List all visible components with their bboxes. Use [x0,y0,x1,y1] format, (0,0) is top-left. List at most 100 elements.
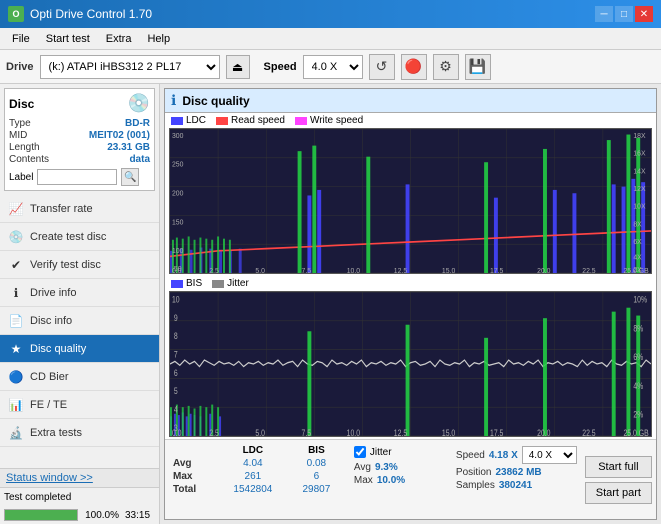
svg-text:16X: 16X [633,148,645,158]
svg-text:17.5: 17.5 [490,266,503,273]
cd-bier-icon: 🔵 [8,369,24,385]
start-full-button[interactable]: Start full [585,456,652,478]
svg-text:2.5: 2.5 [209,428,219,436]
drive-select[interactable]: (k:) ATAPI iHBS312 2 PL17 [40,55,220,79]
sidebar-item-cd-bier[interactable]: 🔵 CD Bier [0,363,159,391]
app-icon: O [8,6,24,22]
title-bar: O Opti Drive Control 1.70 ─ □ ✕ [0,0,661,28]
svg-text:10.0: 10.0 [347,428,361,436]
close-button[interactable]: ✕ [635,6,653,22]
ldc-legend-color [171,117,183,125]
menu-file[interactable]: File [4,31,38,47]
svg-text:100: 100 [172,246,183,256]
menu-start-test[interactable]: Start test [38,31,98,47]
sidebar-item-verify-test-disc[interactable]: ✔ Verify test disc [0,251,159,279]
write-speed-legend-label: Write speed [310,115,363,126]
refresh-button[interactable]: ↺ [369,54,395,80]
status-window-button[interactable]: Status window >> [6,472,93,484]
sidebar-item-label-disc-quality: Disc quality [30,343,86,355]
disc-icon: 💿 [128,93,150,114]
stats-row: LDC BIS Avg 4.04 0.08 Max [165,439,656,519]
disc-quality-header: ℹ Disc quality [165,89,656,113]
speed-label: Speed [264,61,297,73]
svg-text:5: 5 [174,386,178,396]
svg-text:10: 10 [172,295,180,305]
menu-extra[interactable]: Extra [98,31,140,47]
sidebar-item-create-test-disc[interactable]: 💿 Create test disc [0,223,159,251]
disc-label-input[interactable] [37,169,117,185]
svg-text:8: 8 [174,331,178,341]
svg-text:12.5: 12.5 [394,428,408,436]
disc-contents-value: data [129,154,150,165]
svg-text:10X: 10X [633,201,645,211]
sidebar-item-transfer-rate[interactable]: 📈 Transfer rate [0,195,159,223]
settings-button[interactable]: ⚙ [433,54,459,80]
svg-text:7: 7 [174,350,178,360]
stats-table: LDC BIS Avg 4.04 0.08 Max [169,444,344,515]
eject-button[interactable]: ⏏ [226,55,250,79]
sidebar-item-disc-quality[interactable]: ★ Disc quality [0,335,159,363]
sidebar-item-extra-tests[interactable]: 🔬 Extra tests [0,419,159,447]
position-value: 23862 MB [495,467,541,478]
speed-select[interactable]: 4.0 X [303,55,363,79]
main-area: Disc 💿 Type BD-R MID MEIT02 (001) Length… [0,84,661,524]
sidebar: Disc 💿 Type BD-R MID MEIT02 (001) Length… [0,84,160,524]
svg-text:4%: 4% [633,381,643,391]
disc-type-label: Type [9,118,31,129]
disc-contents-label: Contents [9,154,49,165]
samples-label: Samples [456,480,495,491]
svg-text:4: 4 [174,405,178,415]
speed-select-stats[interactable]: 4.0 X [522,446,577,464]
time-text: 33:15 [125,510,155,521]
top-chart-legend: LDC Read speed Write speed [165,113,656,128]
svg-text:4X: 4X [633,252,642,262]
speed-label: Speed [456,450,485,461]
content-area: ℹ Disc quality LDC Read speed Write spee… [160,84,661,524]
sidebar-item-label-verify-test-disc: Verify test disc [30,259,101,271]
svg-text:2.5: 2.5 [209,266,219,273]
start-part-button[interactable]: Start part [585,482,652,504]
svg-text:22.5: 22.5 [582,428,596,436]
svg-text:5.0: 5.0 [255,428,265,436]
ldc-legend-label: LDC [186,115,206,126]
bottom-chart-svg: 10 9 8 7 6 5 4 3 10% 8% 6% 4% 2% 0.0 [170,292,651,436]
toolbar: Drive (k:) ATAPI iHBS312 2 PL17 ⏏ Speed … [0,50,661,84]
disc-quality-header-icon: ℹ [171,92,176,109]
sidebar-item-label-disc-info: Disc info [30,315,72,327]
sidebar-item-label-extra-tests: Extra tests [30,427,82,439]
svg-text:150: 150 [172,217,183,227]
sidebar-item-label-cd-bier: CD Bier [30,371,69,383]
jitter-checkbox[interactable] [354,446,366,458]
svg-text:20.0: 20.0 [537,266,550,273]
disc-length-label: Length [9,142,40,153]
col-bis: BIS [289,444,344,457]
disc-mid-label: MID [9,130,27,141]
burn-button[interactable]: 🔴 [401,54,427,80]
svg-text:250: 250 [172,159,183,169]
jitter-legend-color [212,280,224,288]
menu-help[interactable]: Help [139,31,178,47]
svg-text:6: 6 [174,368,178,378]
sidebar-item-label-drive-info: Drive info [30,287,76,299]
disc-type-value: BD-R [125,118,150,129]
sidebar-item-drive-info[interactable]: ℹ Drive info [0,279,159,307]
maximize-button[interactable]: □ [615,6,633,22]
minimize-button[interactable]: ─ [595,6,613,22]
speed-position-section: Speed 4.18 X 4.0 X Position 23862 MB Sam… [452,444,581,515]
jitter-avg-label: Avg [354,462,371,473]
read-speed-legend-label: Read speed [231,115,285,126]
disc-label-label: Label [9,172,33,183]
svg-text:8X: 8X [633,219,642,229]
svg-text:25.0 GB: 25.0 GB [624,266,649,273]
drive-label: Drive [6,61,34,73]
status-text: Test completed [4,492,74,503]
sidebar-item-disc-info[interactable]: 📄 Disc info [0,307,159,335]
save-button[interactable]: 💾 [465,54,491,80]
svg-text:18X: 18X [633,130,645,140]
disc-label-btn[interactable]: 🔍 [121,168,139,186]
max-label: Max [169,470,217,483]
disc-panel-header: Disc [9,97,34,111]
svg-text:20.0: 20.0 [537,428,551,436]
position-label: Position [456,467,492,478]
sidebar-item-fe-te[interactable]: 📊 FE / TE [0,391,159,419]
